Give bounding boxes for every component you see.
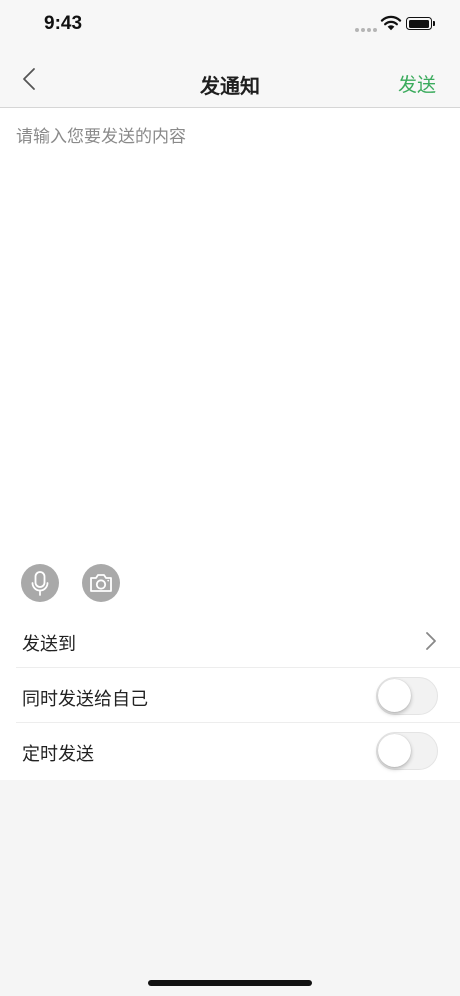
scheduled-send-row: 定时发送 <box>0 723 460 778</box>
send-button[interactable]: 发送 <box>398 70 436 97</box>
send-to-row[interactable]: 发送到 <box>0 613 460 668</box>
send-to-self-toggle[interactable] <box>376 677 438 715</box>
status-time: 9:43 <box>44 13 83 34</box>
send-to-label: 发送到 <box>22 634 76 655</box>
message-input[interactable] <box>0 108 460 548</box>
voice-input-button[interactable] <box>21 564 59 602</box>
chevron-right-icon <box>426 632 436 650</box>
camera-icon <box>90 574 112 592</box>
battery-icon <box>406 17 436 30</box>
home-indicator <box>148 980 312 986</box>
compose-panel: 发送到 同时发送给自己 定时发送 <box>0 108 460 780</box>
microphone-icon <box>31 571 49 596</box>
wifi-icon <box>380 15 402 31</box>
signal-icon <box>355 28 377 32</box>
send-to-self-row: 同时发送给自己 <box>0 668 460 723</box>
status-bar: 9:43 <box>0 0 460 50</box>
scheduled-send-label: 定时发送 <box>22 744 94 765</box>
page-title: 发通知 <box>200 74 260 98</box>
scheduled-send-toggle[interactable] <box>376 732 438 770</box>
camera-button[interactable] <box>82 564 120 602</box>
nav-bar: 发通知 发送 <box>0 50 460 108</box>
send-to-self-label: 同时发送给自己 <box>22 689 148 710</box>
